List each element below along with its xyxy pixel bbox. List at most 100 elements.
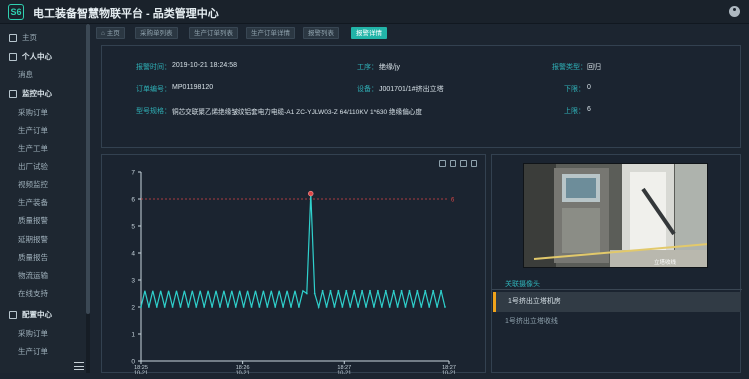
camera-snapshot-drawing: 立塔收线 (524, 164, 707, 267)
data-point (424, 289, 427, 292)
data-point (400, 289, 403, 292)
data-point (179, 306, 182, 308)
camera-caption: 立塔收线 (654, 258, 677, 266)
breadcrumb-home[interactable]: ⌂ 主页 (96, 27, 125, 39)
monitor-icon (9, 90, 17, 98)
home-icon (9, 34, 17, 42)
data-point (444, 306, 446, 308)
sidebar-item-work-order[interactable]: 生产工单 (0, 140, 86, 158)
user-card-icon (9, 53, 17, 61)
camera-item-2[interactable]: 1号挤出立塔收线 (493, 312, 741, 332)
data-point (187, 306, 190, 308)
y-tick-label: 6 (131, 196, 135, 203)
sidebar-item-factory-test[interactable]: 出厂试验 (0, 158, 86, 176)
data-point (416, 289, 419, 292)
fullscreen-icon[interactable] (439, 160, 446, 167)
camera-panel: 立塔收线 关联摄像头 1号挤出立塔机房 1号挤出立塔收线 (491, 154, 742, 373)
data-point (274, 306, 277, 308)
data-point (408, 289, 411, 292)
data-point (380, 306, 383, 308)
chart-toolbar (439, 160, 477, 168)
sidebar-item-equipment[interactable]: 生产装备 (0, 194, 86, 212)
data-point (353, 289, 356, 292)
breadcrumb-production-order-detail[interactable]: 生产订单详情 (246, 27, 295, 39)
x-tick-label-date: 10-21 (337, 371, 351, 375)
camera-divider (492, 289, 742, 290)
y-tick-label: 4 (131, 250, 135, 257)
sidebar-personal-center-label: 个人中心 (22, 52, 52, 61)
sidebar-item-purchase-order[interactable]: 采购订单 (0, 104, 86, 122)
data-point (266, 306, 269, 308)
sidebar: 主页 个人中心 消息 监控中心 采购订单 生产订单 生产工单 出厂试验 视频监控… (0, 24, 90, 373)
data-point (171, 306, 174, 308)
sidebar-scrollbar-thumb[interactable] (86, 24, 90, 314)
data-point (365, 306, 367, 308)
data-point (329, 289, 332, 292)
data-point (412, 306, 415, 308)
alarm-type-value: 回归 (587, 64, 601, 71)
sidebar-item-quality-report[interactable]: 质量报告 (0, 249, 86, 267)
alarm-point (308, 190, 314, 197)
data-point (226, 306, 229, 308)
data-point (392, 289, 395, 292)
data-point (258, 306, 261, 308)
refresh-icon[interactable] (460, 160, 467, 167)
y-tick-label: 2 (131, 304, 135, 311)
hamburger-icon[interactable] (74, 362, 84, 370)
data-point (219, 306, 221, 308)
data-point (203, 306, 206, 308)
data-point (361, 289, 363, 292)
spec-label: 型号规格： (136, 108, 171, 115)
sidebar-item-quality-alarm[interactable]: 质量报警 (0, 212, 86, 230)
camera-item-1[interactable]: 1号挤出立塔机房 (493, 292, 741, 312)
camera-snapshot[interactable]: 立塔收线 (523, 163, 708, 268)
breadcrumb-production-order-list[interactable]: 生产订单列表 (189, 27, 238, 39)
data-point (305, 292, 308, 295)
data-point (290, 306, 292, 308)
breadcrumb-alarm-list[interactable]: 报警列表 (303, 27, 339, 39)
sidebar-item-delay-alarm[interactable]: 延期报警 (0, 231, 86, 249)
sidebar-scrollbar[interactable] (86, 24, 90, 373)
order-no-label: 订单编号： (136, 86, 171, 93)
sidebar-item-online-support[interactable]: 在线支持 (0, 285, 86, 303)
camera-title: 关联摄像头 (505, 281, 540, 288)
sidebar-item-video-monitor[interactable]: 视频监控 (0, 176, 86, 194)
platform-logo: S6 (8, 4, 24, 20)
data-point (428, 306, 431, 308)
process-value: 绝缘/jy (379, 64, 400, 71)
breadcrumb-purchase-list[interactable]: 采购单列表 (135, 27, 178, 39)
data-point (384, 289, 387, 292)
sidebar-personal-center[interactable]: 个人中心 (0, 48, 86, 66)
data-point (436, 306, 439, 308)
spec-value: 铜芯交联聚乙烯绝缘皱纹铝套电力电缆-A1 ZC-YJLW03-Z 64/110K… (172, 109, 422, 116)
sidebar-item-config-production-order[interactable]: 生产订单 (0, 343, 86, 361)
data-point (234, 306, 237, 308)
data-point (337, 289, 340, 292)
sidebar-config-center[interactable]: 配置中心 (0, 306, 86, 324)
data-point (163, 306, 166, 308)
sidebar-monitor-center[interactable]: 监控中心 (0, 85, 86, 103)
sidebar-home[interactable]: 主页 (0, 29, 86, 47)
user-icon[interactable] (729, 6, 740, 17)
breadcrumb-alarm-detail[interactable]: 报警详情 (351, 27, 387, 39)
alarm-time-value: 2019-10-21 18:24:58 (172, 62, 237, 69)
sidebar-monitor-center-label: 监控中心 (22, 89, 52, 98)
data-point (321, 289, 324, 292)
download-icon[interactable] (470, 160, 477, 167)
x-tick-label-date: 10-21 (442, 371, 456, 375)
data-point (440, 289, 442, 292)
sidebar-item-messages[interactable]: 消息 (0, 66, 86, 84)
device-label: 设备： (357, 86, 378, 93)
bar-icon[interactable] (449, 160, 456, 167)
sidebar-item-production-order[interactable]: 生产订单 (0, 122, 86, 140)
data-point (313, 292, 316, 295)
sidebar-item-logistics[interactable]: 物流运输 (0, 267, 86, 285)
sidebar-item-config-purchase-order[interactable]: 采购订单 (0, 325, 86, 343)
data-point (349, 306, 352, 308)
device-value: J001701/1#挤出立塔 (379, 86, 444, 93)
data-point (282, 306, 285, 308)
data-point (345, 289, 348, 292)
x-tick-label-date: 10-21 (134, 371, 148, 375)
data-point (298, 306, 300, 308)
data-point (250, 306, 253, 308)
